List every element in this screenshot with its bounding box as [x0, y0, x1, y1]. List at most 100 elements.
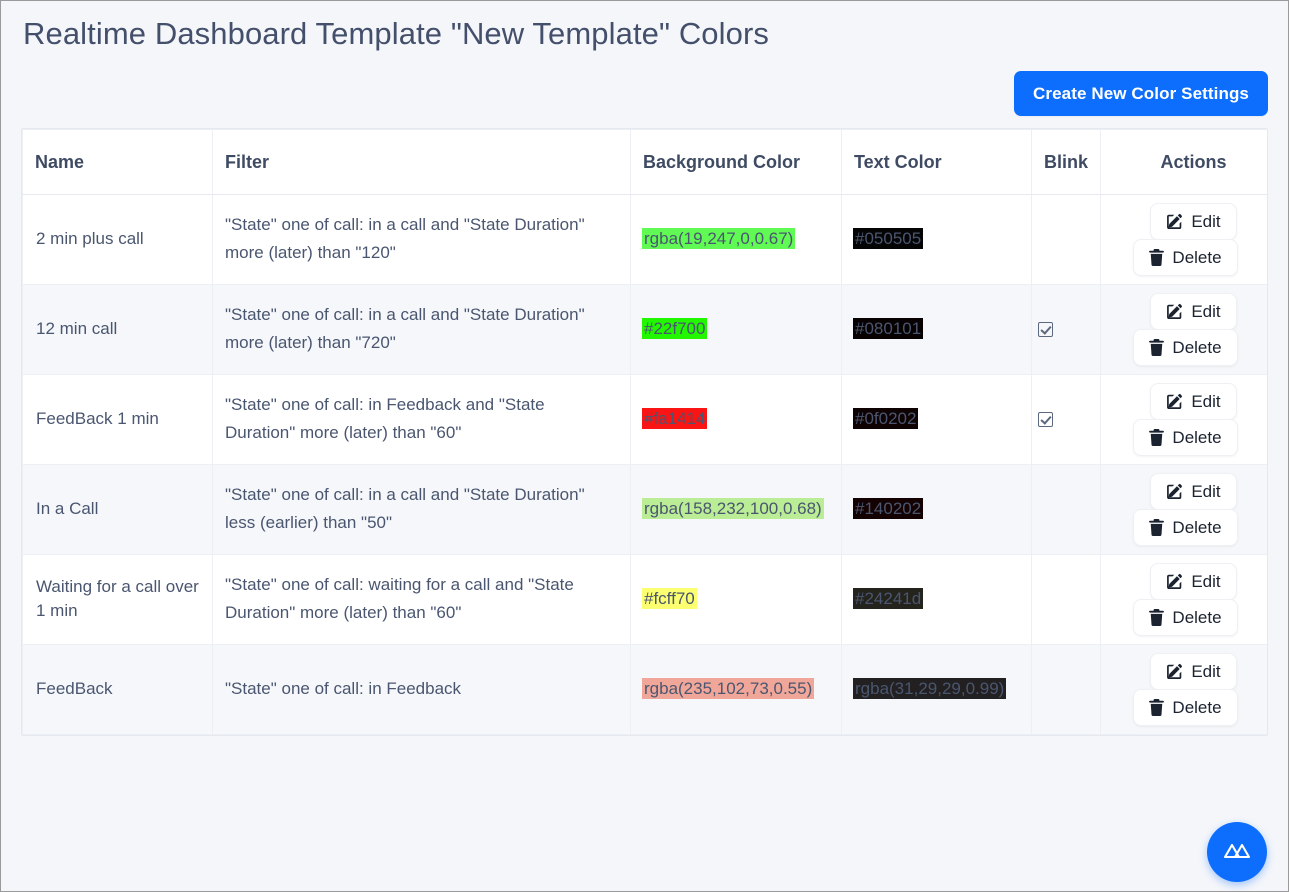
cell-filter: "State" one of call: in a call and "Stat… [212, 463, 631, 555]
column-header-blink: Blink [1031, 128, 1101, 195]
text-color-swatch: #0f0202 [853, 408, 919, 430]
actions-stack: Edit Delete [1107, 562, 1267, 636]
cell-filter: "State" one of call: in Feedback and "St… [212, 373, 631, 465]
cell-background-color: rgba(158,232,100,0.68) [630, 463, 842, 555]
delete-button[interactable]: Delete [1133, 418, 1238, 456]
cell-actions: Edit Delete [1100, 283, 1267, 375]
background-color-swatch: #22f700 [642, 318, 708, 340]
square-pen-icon [1166, 573, 1183, 590]
cell-name: In a Call [22, 463, 213, 555]
edit-button-label: Edit [1191, 571, 1221, 591]
edit-button[interactable]: Edit [1150, 292, 1237, 330]
cell-blink [1031, 373, 1101, 465]
edit-button-label: Edit [1191, 481, 1221, 501]
table-header: Name Filter Background Color Text Color … [22, 128, 1267, 195]
edit-button[interactable]: Edit [1150, 382, 1237, 420]
delete-button-label: Delete [1172, 247, 1222, 267]
column-header-text-color: Text Color [841, 128, 1032, 195]
table-row: FeedBack "State" one of call: in Feedback… [22, 643, 1267, 735]
delete-button[interactable]: Delete [1133, 598, 1238, 636]
colors-table-container: Name Filter Background Color Text Color … [21, 127, 1268, 736]
cell-name: FeedBack 1 min [22, 373, 213, 465]
column-header-actions: Actions [1100, 128, 1267, 195]
table-row: 2 min plus call "State" one of call: in a… [22, 193, 1267, 285]
cell-actions: Edit Delete [1100, 643, 1267, 735]
table-row: FeedBack 1 min "State" one of call: in Fe… [22, 373, 1267, 465]
background-color-swatch: rgba(19,247,0,0.67) [642, 228, 796, 250]
square-pen-icon [1166, 303, 1183, 320]
actions-stack: Edit Delete [1107, 382, 1267, 456]
text-color-swatch: #050505 [853, 228, 924, 250]
square-pen-icon [1166, 213, 1183, 230]
blink-checkbox-checked[interactable] [1038, 321, 1053, 337]
trash-icon [1149, 518, 1165, 536]
square-pen-icon [1166, 393, 1183, 410]
cell-filter: "State" one of call: in a call and "Stat… [212, 283, 631, 375]
background-color-swatch: rgba(235,102,73,0.55) [642, 678, 815, 700]
cell-name: FeedBack [22, 643, 213, 735]
cell-name: Waiting for a call over 1 min [22, 553, 213, 645]
create-new-color-settings-button[interactable]: Create New Color Settings [1014, 70, 1268, 116]
mountains-logo-fab-button[interactable] [1207, 822, 1267, 882]
edit-button[interactable]: Edit [1150, 652, 1237, 690]
cell-background-color: #fcff70 [630, 553, 842, 645]
text-color-swatch: #24241d [853, 588, 924, 610]
cell-background-color: rgba(19,247,0,0.67) [630, 193, 842, 285]
cell-blink [1031, 643, 1101, 735]
square-pen-icon [1166, 483, 1183, 500]
table-header-row: Name Filter Background Color Text Color … [22, 128, 1267, 195]
cell-text-color: #140202 [841, 463, 1032, 555]
edit-button-label: Edit [1191, 661, 1221, 681]
text-color-swatch: rgba(31,29,29,0.99) [853, 678, 1007, 700]
trash-icon [1149, 248, 1165, 266]
page-viewport: Realtime Dashboard Template "New Templat… [1, 1, 1288, 891]
cell-blink [1031, 283, 1101, 375]
background-color-swatch: #fcff70 [642, 588, 697, 610]
actions-stack: Edit Delete [1107, 652, 1267, 726]
cell-filter: "State" one of call: waiting for a call … [212, 553, 631, 645]
blink-checkbox-checked[interactable] [1038, 411, 1053, 427]
cell-text-color: #080101 [841, 283, 1032, 375]
colors-table: Name Filter Background Color Text Color … [22, 128, 1267, 735]
cell-actions: Edit Delete [1100, 373, 1267, 465]
mountains-logo-icon [1222, 839, 1252, 866]
edit-button[interactable]: Edit [1150, 562, 1237, 600]
cell-name: 12 min call [22, 283, 213, 375]
table-body: 2 min plus call "State" one of call: in a… [22, 193, 1267, 735]
delete-button-label: Delete [1172, 697, 1222, 717]
edit-button[interactable]: Edit [1150, 202, 1237, 240]
delete-button[interactable]: Delete [1133, 508, 1238, 546]
cell-filter: "State" one of call: in a call and "Stat… [212, 193, 631, 285]
edit-button-label: Edit [1191, 301, 1221, 321]
delete-button-label: Delete [1172, 607, 1222, 627]
delete-button-label: Delete [1172, 427, 1222, 447]
delete-button[interactable]: Delete [1133, 238, 1238, 276]
background-color-swatch: #fa1414 [642, 408, 708, 430]
toolbar: Create New Color Settings [21, 54, 1268, 128]
cell-blink [1031, 193, 1101, 285]
trash-icon [1149, 428, 1165, 446]
delete-button[interactable]: Delete [1133, 328, 1238, 366]
cell-background-color: #fa1414 [630, 373, 842, 465]
cell-name: 2 min plus call [22, 193, 213, 285]
delete-button-label: Delete [1172, 517, 1222, 537]
edit-button[interactable]: Edit [1150, 472, 1237, 510]
table-row: In a Call "State" one of call: in a call … [22, 463, 1267, 555]
actions-stack: Edit Delete [1107, 202, 1267, 276]
column-header-filter: Filter [212, 128, 631, 195]
table-row: Waiting for a call over 1 min "State" one… [22, 553, 1267, 645]
delete-button[interactable]: Delete [1133, 688, 1238, 726]
cell-actions: Edit Delete [1100, 463, 1267, 555]
text-color-swatch: #140202 [853, 498, 924, 520]
cell-text-color: #0f0202 [841, 373, 1032, 465]
cell-text-color: rgba(31,29,29,0.99) [841, 643, 1032, 735]
text-color-swatch: #080101 [853, 318, 924, 340]
column-header-background-color: Background Color [630, 128, 842, 195]
square-pen-icon [1166, 663, 1183, 680]
edit-button-label: Edit [1191, 211, 1221, 231]
background-color-swatch: rgba(158,232,100,0.68) [642, 498, 824, 520]
page-title: Realtime Dashboard Template "New Templat… [23, 16, 769, 51]
trash-icon [1149, 698, 1165, 716]
column-header-name: Name [22, 128, 213, 195]
cell-actions: Edit Delete [1100, 553, 1267, 645]
